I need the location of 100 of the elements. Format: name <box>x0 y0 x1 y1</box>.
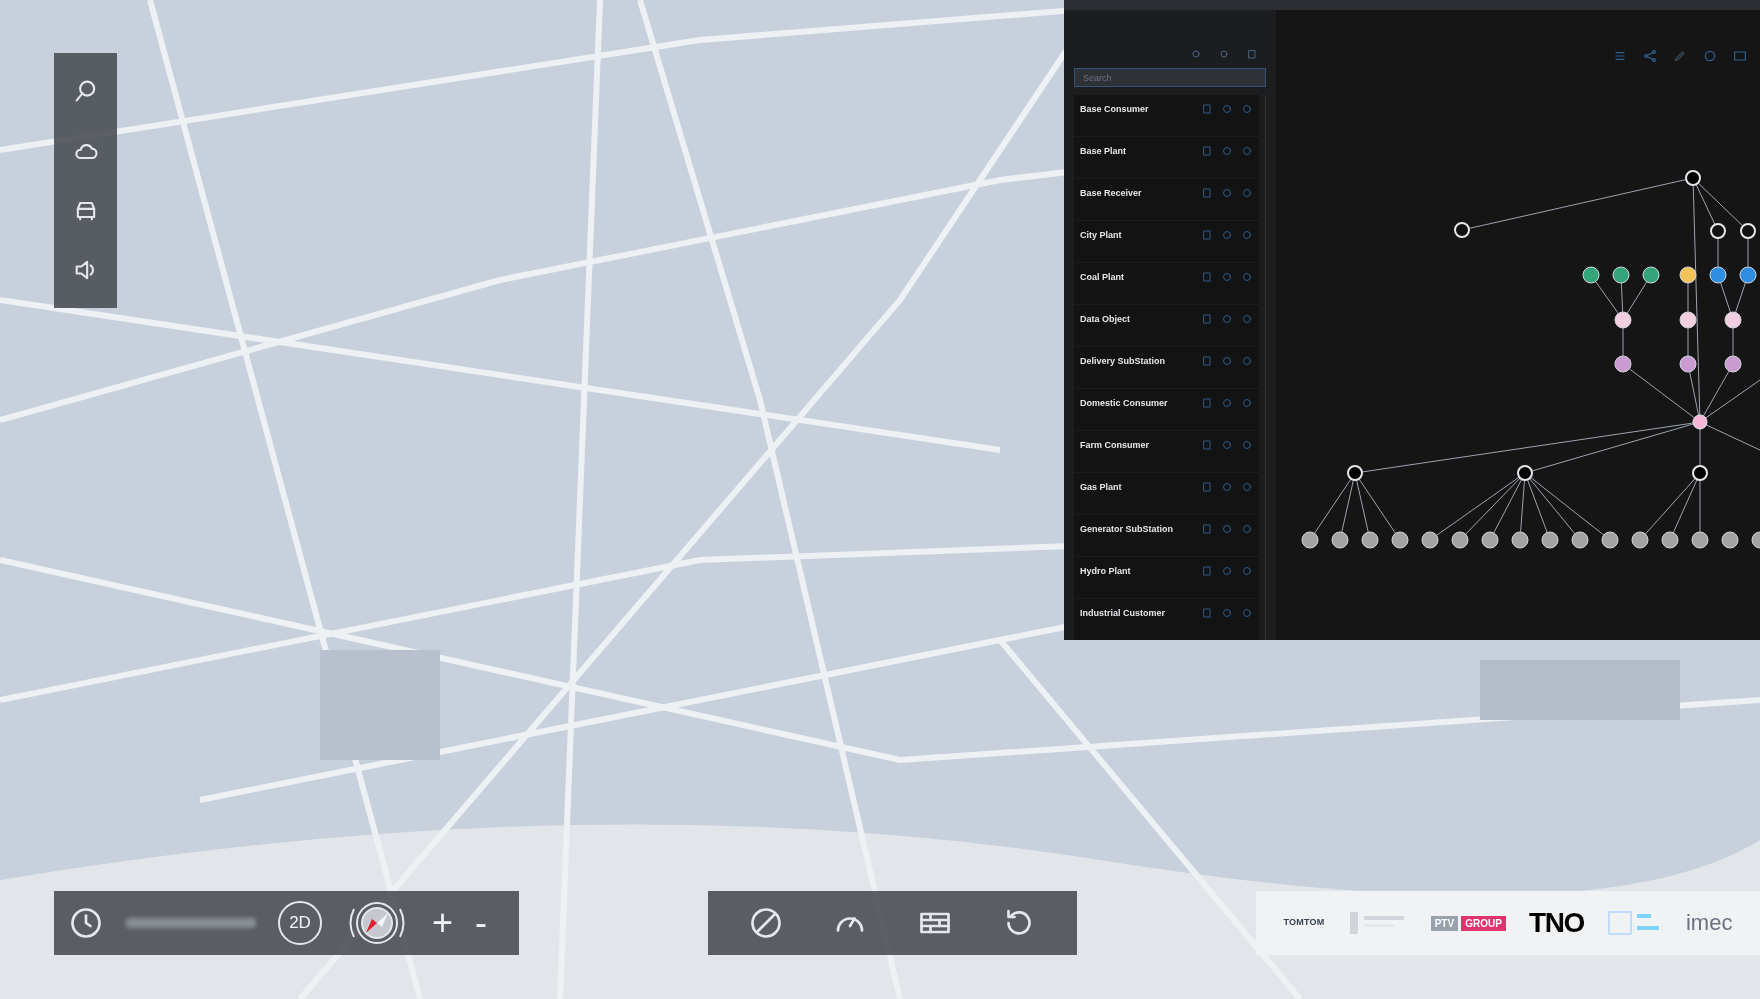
circle-icon[interactable] <box>1241 481 1253 493</box>
model-list-item[interactable]: Data Object <box>1074 305 1259 346</box>
graph-node <box>1721 531 1739 549</box>
graph-node <box>1301 531 1319 549</box>
graph-node <box>1679 311 1697 329</box>
circle-icon[interactable] <box>1221 103 1233 115</box>
model-title: Coal Plant <box>1080 271 1124 284</box>
search-field[interactable]: Search <box>1074 68 1266 87</box>
model-title: Farm Consumer <box>1080 439 1150 452</box>
circle-icon[interactable] <box>1241 229 1253 241</box>
model-title: Delivery SubStation <box>1080 355 1166 368</box>
circle-icon[interactable] <box>1702 48 1718 64</box>
graph-node <box>1739 266 1757 284</box>
circle-icon[interactable] <box>1221 607 1233 619</box>
document-icon[interactable] <box>1201 103 1213 115</box>
view-mode-button[interactable]: 2D <box>278 901 322 945</box>
graph-node <box>1421 531 1439 549</box>
clock-icon[interactable] <box>68 905 104 941</box>
graph-node <box>1517 465 1533 481</box>
model-list-item[interactable]: Industrial Customer <box>1074 599 1259 640</box>
model-list-item[interactable]: Generator SubStation <box>1074 515 1259 556</box>
circle-icon[interactable] <box>1241 607 1253 619</box>
document-icon[interactable] <box>1201 565 1213 577</box>
graph-node <box>1661 531 1679 549</box>
model-list-item[interactable]: Coal Plant <box>1074 263 1259 304</box>
model-title: City Plant <box>1080 229 1122 242</box>
model-list-item[interactable]: Farm Consumer <box>1074 431 1259 472</box>
circle-icon[interactable] <box>1221 565 1233 577</box>
model-list-item[interactable]: Gas Plant <box>1074 473 1259 514</box>
document-icon[interactable] <box>1201 145 1213 157</box>
circle-icon[interactable] <box>1241 271 1253 283</box>
image-icon[interactable] <box>1732 48 1748 64</box>
model-title: Gas Plant <box>1080 481 1122 494</box>
graph-node <box>1481 531 1499 549</box>
model-title: Industrial Customer <box>1080 607 1165 620</box>
circle-icon[interactable] <box>1221 523 1233 535</box>
graph-node <box>1511 531 1529 549</box>
circle-icon[interactable] <box>1221 313 1233 325</box>
document-icon[interactable] <box>1201 481 1213 493</box>
circle-icon[interactable] <box>1241 145 1253 157</box>
document-icon[interactable] <box>1201 187 1213 199</box>
graph-node <box>1751 531 1760 549</box>
circle-icon[interactable] <box>1221 355 1233 367</box>
model-title: Data Object <box>1080 313 1130 326</box>
graph-node <box>1740 223 1756 239</box>
model-list-item[interactable]: Base Receiver <box>1074 179 1259 220</box>
model-list-item[interactable]: City Plant <box>1074 221 1259 262</box>
circle-icon[interactable] <box>1241 565 1253 577</box>
logo-text: GROUP <box>1461 915 1506 931</box>
model-title: Base Plant <box>1080 145 1127 158</box>
graph-node <box>1692 465 1708 481</box>
model-list-item[interactable]: Delivery SubStation <box>1074 347 1259 388</box>
graph-node <box>1391 531 1409 549</box>
logo-text: TOMTOM <box>1283 916 1325 930</box>
circle-icon[interactable] <box>1241 103 1253 115</box>
circle-icon[interactable] <box>1221 145 1233 157</box>
zoom-in-button[interactable]: + <box>432 905 454 941</box>
circle-icon[interactable] <box>1221 439 1233 451</box>
document-icon[interactable] <box>1201 397 1213 409</box>
graph-node <box>1642 266 1660 284</box>
document-icon[interactable] <box>1201 523 1213 535</box>
circle-icon[interactable] <box>1241 523 1253 535</box>
document-icon[interactable] <box>1201 271 1213 283</box>
graph-node <box>1582 266 1600 284</box>
model-list-item[interactable]: Domestic Consumer <box>1074 389 1259 430</box>
model-title: Base Receiver <box>1080 187 1142 200</box>
circle-icon[interactable] <box>1241 439 1253 451</box>
model-title: Domestic Consumer <box>1080 397 1168 410</box>
graph-node <box>1451 531 1469 549</box>
circle-icon[interactable] <box>1221 271 1233 283</box>
model-list-item[interactable]: Hydro Plant <box>1074 557 1259 598</box>
circle-icon[interactable] <box>1221 187 1233 199</box>
document-icon[interactable] <box>1201 607 1213 619</box>
graph-node <box>1679 355 1697 373</box>
circle-icon[interactable] <box>1221 397 1233 409</box>
graph-node <box>1631 531 1649 549</box>
graph-node <box>1601 531 1619 549</box>
circle-icon[interactable] <box>1221 229 1233 241</box>
circle-icon[interactable] <box>1241 397 1253 409</box>
model-list-item[interactable]: Base Plant <box>1074 137 1259 178</box>
graph-node <box>1691 531 1709 549</box>
circle-icon[interactable] <box>1241 313 1253 325</box>
document-icon[interactable] <box>1201 229 1213 241</box>
graph-node <box>1361 531 1379 549</box>
logo-text: TNO <box>1528 909 1584 937</box>
circle-icon[interactable] <box>1241 355 1253 367</box>
graph-node <box>1331 531 1349 549</box>
pencil-icon[interactable] <box>1672 48 1688 64</box>
graph-node <box>1685 170 1701 186</box>
circle-icon[interactable] <box>1221 481 1233 493</box>
zoom-out-button[interactable]: - <box>475 905 488 941</box>
logo-text: imec <box>1685 912 1733 934</box>
graph-node <box>1614 311 1632 329</box>
model-list-item[interactable]: Base Consumer <box>1074 95 1259 136</box>
document-icon[interactable] <box>1201 355 1213 367</box>
document-icon[interactable] <box>1201 439 1213 451</box>
circle-icon[interactable] <box>1241 187 1253 199</box>
document-icon[interactable] <box>1201 313 1213 325</box>
graph-node <box>1724 355 1742 373</box>
share-icon[interactable] <box>1642 48 1658 64</box>
